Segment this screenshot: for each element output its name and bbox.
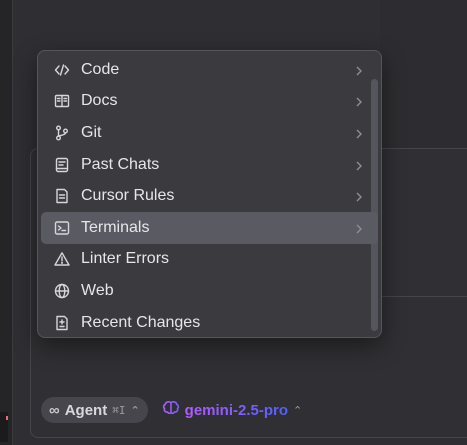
- brain-icon: [162, 400, 180, 421]
- agent-shortcut: ⌘I: [112, 403, 126, 417]
- infinity-icon: ∞: [49, 401, 60, 419]
- book-icon: [53, 92, 71, 110]
- menu-item-label: Docs: [81, 92, 118, 110]
- editor-panel: [380, 0, 467, 151]
- menu-item-label: Web: [81, 281, 114, 299]
- editor-window: ∞ Agent ⌘I ⌃ gemini-2.5-pro ⌃ Code Docs …: [0, 0, 467, 445]
- terminal-icon: [53, 219, 71, 237]
- chevron-right-icon: [354, 127, 364, 139]
- menu-item-code[interactable]: Code: [41, 54, 378, 86]
- chevron-up-icon: ⌃: [293, 404, 303, 417]
- menu-item-label: Recent Changes: [81, 313, 201, 331]
- chevron-up-icon: ⌃: [130, 404, 140, 417]
- agent-mode-button[interactable]: ∞ Agent ⌘I ⌃: [41, 397, 148, 423]
- agent-mode-label: Agent: [64, 401, 108, 419]
- menu-item-label: Code: [81, 60, 120, 78]
- model-label: gemini-2.5-pro: [184, 401, 289, 419]
- model-selector-button[interactable]: gemini-2.5-pro ⌃: [158, 397, 307, 423]
- menu-item-past-chats[interactable]: Past Chats: [41, 149, 378, 181]
- activity-bar: [0, 0, 13, 445]
- composer-toolbar: ∞ Agent ⌘I ⌃ gemini-2.5-pro ⌃: [41, 397, 306, 423]
- chevron-right-icon: [354, 159, 364, 171]
- chevron-right-icon: [354, 95, 364, 107]
- context-menu: Code Docs Git Past Chats Cursor Rules Te…: [37, 50, 382, 338]
- chevron-right-icon: [354, 190, 364, 202]
- chevron-right-icon: [354, 64, 364, 76]
- menu-item-web[interactable]: Web: [41, 275, 378, 307]
- chevron-right-icon: [354, 222, 364, 234]
- menu-item-docs[interactable]: Docs: [41, 86, 378, 118]
- git-branch-icon: [53, 124, 71, 142]
- menu-item-linter-errors[interactable]: Linter Errors: [41, 244, 378, 276]
- menu-item-label: Terminals: [81, 218, 150, 236]
- menu-item-recent-changes[interactable]: Recent Changes: [41, 307, 378, 339]
- diff-file-icon: [53, 314, 71, 332]
- rules-file-icon: [53, 187, 71, 205]
- menu-item-label: Past Chats: [81, 155, 160, 173]
- chat-history-icon: [53, 156, 71, 174]
- menu-item-label: Cursor Rules: [81, 187, 175, 205]
- code-icon: [53, 61, 71, 79]
- menu-item-git[interactable]: Git: [41, 117, 378, 149]
- menu-item-label: Git: [81, 123, 102, 141]
- status-indicator: [0, 412, 8, 442]
- globe-icon: [53, 282, 71, 300]
- menu-item-cursor-rules[interactable]: Cursor Rules: [41, 180, 378, 212]
- warning-triangle-icon: [53, 250, 71, 268]
- menu-item-terminals[interactable]: Terminals: [41, 211, 378, 244]
- composer-divider: [380, 296, 467, 297]
- menu-item-label: Linter Errors: [81, 250, 170, 268]
